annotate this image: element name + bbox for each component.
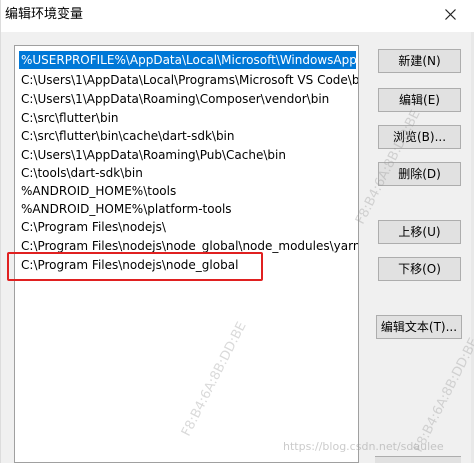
watermark-credit: https://blog.csdn.net/sdaulee xyxy=(283,440,444,453)
list-item[interactable]: C:\src\flutter\bin xyxy=(19,109,356,127)
edit-env-variable-dialog: 编辑环境变量 %USERPROFILE%\AppData\Local\Micro… xyxy=(0,0,474,463)
list-item[interactable]: C:\Program Files\nodejs\ xyxy=(19,218,356,236)
move-up-button[interactable]: 上移(U) xyxy=(378,220,461,244)
close-button[interactable] xyxy=(437,0,474,28)
edit-button[interactable]: 编辑(E) xyxy=(378,88,461,112)
edit-text-button[interactable]: 编辑文本(T)... xyxy=(376,315,462,339)
ok-button-partial[interactable] xyxy=(375,456,461,463)
list-item[interactable]: %ANDROID_HOME%\platform-tools xyxy=(19,200,356,218)
list-item[interactable]: %ANDROID_HOME%\tools xyxy=(19,182,356,200)
new-button[interactable]: 新建(N) xyxy=(378,49,461,73)
list-item[interactable]: %USERPROFILE%\AppData\Local\Microsoft\Wi… xyxy=(19,51,358,69)
red-annotation-box xyxy=(7,252,263,281)
move-down-button[interactable]: 下移(O) xyxy=(378,257,461,281)
watermark-device-id: F8:B4:6A:8B:DD:BE xyxy=(411,335,474,455)
list-item[interactable]: C:\Users\1\AppData\Roaming\Composer\vend… xyxy=(19,90,356,108)
list-item[interactable]: C:\tools\dart-sdk\bin xyxy=(19,164,356,182)
close-icon xyxy=(445,9,456,20)
list-item[interactable]: C:\src\flutter\bin\cache\dart-sdk\bin xyxy=(19,127,356,145)
title-bar: 编辑环境变量 xyxy=(1,0,474,32)
list-item[interactable]: C:\Users\1\AppData\Local\Programs\Micros… xyxy=(19,71,358,89)
list-item[interactable]: C:\Users\1\AppData\Roaming\Pub\Cache\bin xyxy=(19,146,356,164)
window-title: 编辑环境变量 xyxy=(5,7,84,22)
